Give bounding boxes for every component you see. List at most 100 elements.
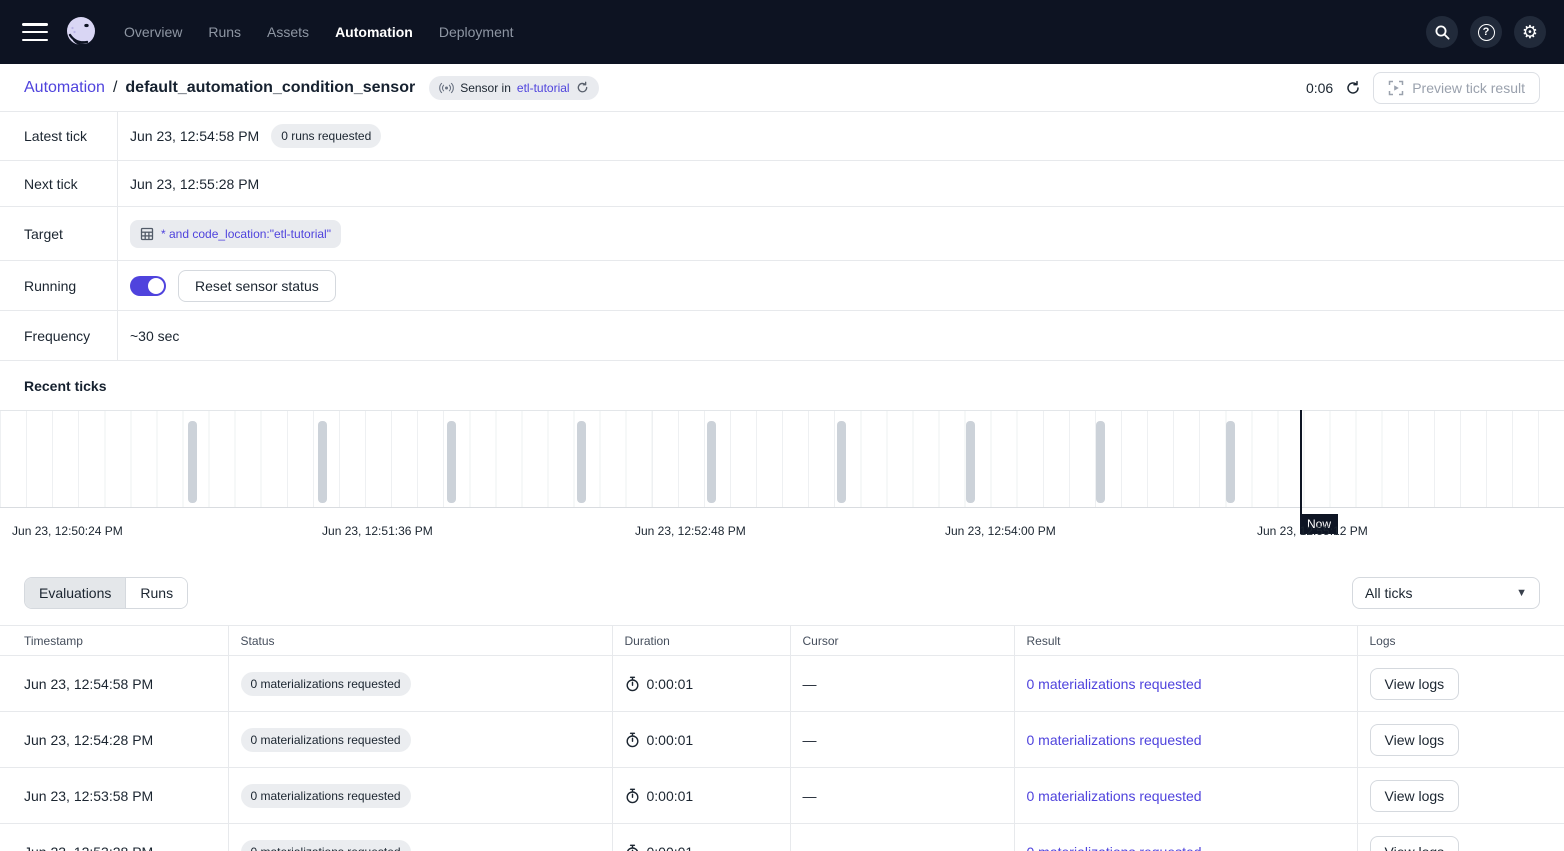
tick-bar[interactable]	[318, 421, 327, 503]
nav-item-automation[interactable]: Automation	[335, 24, 413, 40]
reset-sensor-status-button[interactable]: Reset sensor status	[178, 270, 336, 302]
tick-bar[interactable]	[707, 421, 716, 503]
refresh-countdown: 0:06	[1306, 80, 1333, 96]
col-logs: Logs	[1357, 626, 1564, 656]
dagster-logo-icon[interactable]	[62, 13, 100, 51]
chevron-down-icon: ▼	[1516, 587, 1527, 599]
tick-timestamp: Jun 23, 12:54:28 PM	[24, 732, 153, 748]
col-result: Result	[1014, 626, 1357, 656]
tick-result-link[interactable]: 0 materializations requested	[1027, 732, 1202, 748]
search-icon[interactable]	[1426, 16, 1458, 48]
tick-result-link[interactable]: 0 materializations requested	[1027, 676, 1202, 692]
refresh-icon[interactable]	[1345, 80, 1361, 96]
target-chip-text: * and code_location:"etl-tutorial"	[161, 227, 331, 241]
running-label: Running	[0, 261, 118, 310]
nav-item-overview[interactable]: Overview	[124, 24, 182, 40]
nav-actions: ? ⚙	[1426, 16, 1546, 48]
breadcrumb-automation-link[interactable]: Automation	[24, 79, 105, 97]
tab-evaluations[interactable]: Evaluations	[25, 578, 125, 608]
view-logs-button[interactable]: View logs	[1370, 724, 1460, 756]
tick-cursor: —	[803, 732, 817, 748]
next-tick-value: Jun 23, 12:55:28 PM	[130, 176, 259, 192]
tick-bar[interactable]	[1096, 421, 1105, 503]
ticks-toolbar: Evaluations Runs All ticks ▼	[0, 560, 1564, 625]
latest-tick-status-badge: 0 runs requested	[271, 124, 381, 148]
stopwatch-icon	[625, 676, 640, 692]
view-logs-button[interactable]: View logs	[1370, 780, 1460, 812]
nav-item-assets[interactable]: Assets	[267, 24, 309, 40]
tick-result-link[interactable]: 0 materializations requested	[1027, 788, 1202, 804]
frequency-label: Frequency	[0, 311, 118, 360]
tick-timestamp: Jun 23, 12:53:58 PM	[24, 788, 153, 804]
running-row: Running Reset sensor status	[0, 261, 1564, 311]
tick-timestamp: Jun 23, 12:53:28 PM	[24, 844, 153, 851]
latest-tick-row: Latest tick Jun 23, 12:54:58 PM 0 runs r…	[0, 112, 1564, 161]
tick-cursor: —	[803, 788, 817, 804]
tick-cursor: —	[803, 844, 817, 851]
next-tick-row: Next tick Jun 23, 12:55:28 PM	[0, 161, 1564, 207]
page-title: default_automation_condition_sensor	[125, 79, 415, 97]
tab-runs[interactable]: Runs	[125, 578, 187, 608]
sensor-icon	[439, 81, 454, 95]
latest-tick-label: Latest tick	[0, 112, 118, 160]
latest-tick-value: Jun 23, 12:54:58 PM	[130, 128, 259, 144]
tick-cursor: —	[803, 676, 817, 692]
tick-bar[interactable]	[447, 421, 456, 503]
tick-bar[interactable]	[577, 421, 586, 503]
settings-icon[interactable]: ⚙	[1514, 16, 1546, 48]
stopwatch-icon	[625, 732, 640, 748]
frequency-row: Frequency ~30 sec	[0, 311, 1564, 361]
tick-duration: 0:00:01	[647, 732, 694, 748]
x-axis-label: Jun 23, 12:55:12 PM	[1257, 522, 1377, 540]
tick-duration: 0:00:01	[647, 788, 694, 804]
recent-ticks-chart: Now Jun 23, 12:50:24 PMJun 23, 12:51:36 …	[0, 410, 1564, 560]
reload-location-icon[interactable]	[576, 81, 589, 94]
tick-filter-select[interactable]: All ticks ▼	[1352, 577, 1540, 609]
tick-bar[interactable]	[188, 421, 197, 503]
nav-item-runs[interactable]: Runs	[208, 24, 241, 40]
nav-item-deployment[interactable]: Deployment	[439, 24, 514, 40]
x-axis-label: Jun 23, 12:52:48 PM	[635, 522, 755, 540]
target-row: Target * and code_location:"etl-tutorial…	[0, 207, 1564, 261]
recent-ticks-plot[interactable]	[0, 410, 1564, 508]
col-cursor: Cursor	[790, 626, 1014, 656]
tick-status-badge: 0 materializations requested	[241, 840, 411, 851]
target-label: Target	[0, 207, 118, 260]
table-row: Jun 23, 12:54:58 PM 0 materializations r…	[0, 656, 1564, 712]
tick-duration: 0:00:01	[647, 676, 694, 692]
tick-bar[interactable]	[966, 421, 975, 503]
stopwatch-icon	[625, 844, 640, 851]
next-tick-label: Next tick	[0, 161, 118, 206]
tick-bar[interactable]	[837, 421, 846, 503]
view-logs-button[interactable]: View logs	[1370, 668, 1460, 700]
col-duration: Duration	[612, 626, 790, 656]
col-status: Status	[228, 626, 612, 656]
view-logs-button[interactable]: View logs	[1370, 836, 1460, 851]
preview-tick-result-button[interactable]: Preview tick result	[1373, 72, 1540, 104]
table-row: Jun 23, 12:54:28 PM 0 materializations r…	[0, 712, 1564, 768]
primary-nav: Overview Runs Assets Automation Deployme…	[124, 24, 514, 40]
evaluations-table: Timestamp Status Duration Cursor Result …	[0, 625, 1564, 851]
sensor-details: Latest tick Jun 23, 12:54:58 PM 0 runs r…	[0, 112, 1564, 361]
view-segmented-control: Evaluations Runs	[24, 577, 188, 609]
tick-result-link[interactable]: 0 materializations requested	[1027, 844, 1202, 851]
code-location-link[interactable]: etl-tutorial	[517, 81, 570, 95]
tick-status-badge: 0 materializations requested	[241, 672, 411, 696]
x-axis-label: Jun 23, 12:54:00 PM	[945, 522, 1065, 540]
tick-bar[interactable]	[1226, 421, 1235, 503]
frequency-value: ~30 sec	[130, 328, 179, 344]
tick-timestamp: Jun 23, 12:54:58 PM	[24, 676, 153, 692]
tick-filter-value: All ticks	[1365, 585, 1412, 601]
menu-icon[interactable]	[22, 23, 48, 41]
target-selection-chip[interactable]: * and code_location:"etl-tutorial"	[130, 220, 341, 248]
now-marker-line	[1300, 410, 1302, 514]
sensor-badge-text: Sensor in	[460, 81, 511, 95]
stopwatch-icon	[625, 788, 640, 804]
table-row: Jun 23, 12:53:58 PM 0 materializations r…	[0, 768, 1564, 824]
tick-status-badge: 0 materializations requested	[241, 728, 411, 752]
x-axis-label: Jun 23, 12:51:36 PM	[322, 522, 442, 540]
running-toggle[interactable]	[130, 276, 166, 296]
help-icon[interactable]: ?	[1470, 16, 1502, 48]
table-row: Jun 23, 12:53:28 PM 0 materializations r…	[0, 824, 1564, 851]
sensor-location-badge: Sensor in etl-tutorial	[429, 76, 598, 100]
